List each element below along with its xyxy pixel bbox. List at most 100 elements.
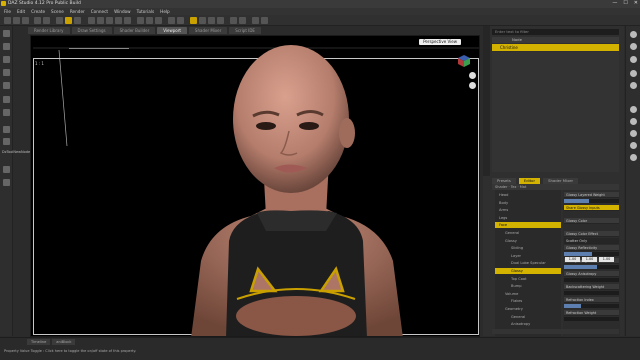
new-scene-icon[interactable] [4,17,11,24]
light-tool-icon[interactable] [208,17,215,24]
surface-tree-item[interactable]: Glossy [495,268,561,274]
property-row[interactable]: Glossy Layered Weight [564,192,619,198]
tab-script-ide[interactable]: Script IDE [229,27,261,34]
color-g[interactable]: 1.00 [582,257,597,262]
universal-tool-icon[interactable] [124,17,131,24]
surface-tool-icon[interactable] [217,17,224,24]
maximize-button[interactable]: ☐ [623,0,627,8]
folder-icon[interactable] [3,43,10,50]
surface-tree-item[interactable]: Anisotropy [495,321,561,327]
property-row[interactable]: Glossy Reflectivity [564,245,619,251]
new-file-icon[interactable] [3,30,10,37]
surface-tree-item[interactable]: Flakes [495,298,561,304]
region-nav-icon[interactable] [190,17,197,24]
pan-icon[interactable] [469,82,476,89]
redo-icon[interactable] [43,17,50,24]
node-tool-icon[interactable] [3,138,10,145]
transfer-tool-icon[interactable] [239,17,246,24]
minimize-button[interactable]: — [612,0,617,8]
surface-tree-item[interactable]: Dual Lobe Specular [495,260,561,266]
menu-window[interactable]: Window [114,9,131,14]
surface-tree-item[interactable]: Body [495,200,561,206]
view-cube-icon[interactable] [457,54,471,68]
posing-icon[interactable] [630,118,637,125]
surface-tree-item[interactable]: Arms [495,207,561,213]
property-row[interactable]: Glossy Color [564,218,619,224]
surface-tree-item[interactable]: Top Coat [495,276,561,282]
tab-draw-settings[interactable]: Draw Settings [71,27,112,34]
joint-editor-icon[interactable] [146,17,153,24]
save-scene-icon[interactable] [3,69,10,76]
tab-viewport[interactable]: Viewport [157,27,187,34]
property-slider[interactable] [564,278,619,282]
menu-edit[interactable]: Edit [17,9,25,14]
property-row[interactable]: Refraction Index [564,297,619,303]
property-value[interactable]: Scatter Only [564,238,619,244]
translate-tool-icon[interactable] [97,17,104,24]
parameters-icon[interactable] [630,82,637,89]
spot-render-icon[interactable] [168,17,175,24]
geometry-editor-icon[interactable] [155,17,162,24]
scene-list[interactable] [492,52,619,172]
menu-help[interactable]: Help [160,9,170,14]
save-icon[interactable] [22,17,29,24]
pane-options-icon[interactable] [630,43,637,50]
tab-shader-mixer[interactable]: Shader Mixer [188,27,228,34]
active-pose-icon[interactable] [177,17,184,24]
morph-tool-icon[interactable] [252,17,259,24]
color-b[interactable]: 1.00 [599,257,614,262]
camera-selector[interactable]: Perspective View [419,39,461,45]
rotate-tool-icon[interactable] [106,17,113,24]
scene-item-christine[interactable]: Christine [492,44,619,51]
menu-render[interactable]: Render [70,9,85,14]
color-r[interactable]: 1.00 [565,257,580,262]
open-icon[interactable] [13,17,20,24]
shaping-icon[interactable] [630,154,637,161]
tab-aniblock[interactable]: aniBlock [52,339,76,345]
tab-shader-builder[interactable]: Shader Builder [113,27,156,34]
close-pane-icon[interactable] [630,31,637,38]
surface-tree-item[interactable]: Face [495,222,561,229]
property-row[interactable]: Glossy Anisotropy [564,271,619,277]
glossy-color-values[interactable]: 1.00 1.00 1.00 [565,257,619,262]
tab-timeline[interactable]: Timeline [27,339,51,345]
menu-create[interactable]: Create [31,9,45,14]
render-settings-icon[interactable] [65,17,72,24]
menu-file[interactable]: File [4,9,11,14]
property-row[interactable]: Share Glossy Inputs [564,205,619,211]
lights-icon[interactable] [630,130,637,137]
property-slider[interactable] [564,304,619,308]
camera-tool-icon[interactable] [199,17,206,24]
property-slider[interactable] [564,252,619,256]
menu-scene[interactable]: Scene [51,9,64,14]
brush-icon[interactable] [3,179,10,186]
orbit-icon[interactable] [469,72,476,79]
scene-side-tabs[interactable] [483,26,490,176]
settings-icon[interactable] [630,70,637,77]
surface-tree-item[interactable]: Bump [495,283,561,289]
scale-tool-icon[interactable] [115,17,122,24]
property-row[interactable]: Refraction Weight [564,310,619,316]
surface-tree-item[interactable]: General [495,230,561,236]
viewport[interactable]: 1 : 1 Perspective View [30,35,480,337]
surface-tree-item[interactable]: Head [495,192,561,198]
save-as-icon[interactable] [3,82,10,89]
node-weight-icon[interactable] [137,17,144,24]
surface-tree-item[interactable]: Layer [495,253,561,259]
pose-tool-icon[interactable] [230,17,237,24]
surface-tree-item[interactable]: Glossy [495,238,561,244]
menu-connect[interactable]: Connect [91,9,108,14]
render-icon[interactable] [56,17,63,24]
redo-arrow-icon[interactable] [3,109,10,116]
menu-tutorials[interactable]: Tutorials [137,9,155,14]
smart-content-icon[interactable] [630,106,637,113]
property-slider[interactable] [564,317,619,321]
property-row[interactable]: Glossy Color Effect [564,231,619,237]
figure-setup-icon[interactable] [261,17,268,24]
tab-render-library[interactable]: Render Library [28,27,70,34]
property-slider[interactable] [564,291,619,295]
scene-search-input[interactable]: Enter text to filter [492,29,619,35]
surface-tree-item[interactable]: Legs [495,215,561,221]
property-slider[interactable] [564,265,619,269]
select-arrow-icon[interactable] [3,126,10,133]
